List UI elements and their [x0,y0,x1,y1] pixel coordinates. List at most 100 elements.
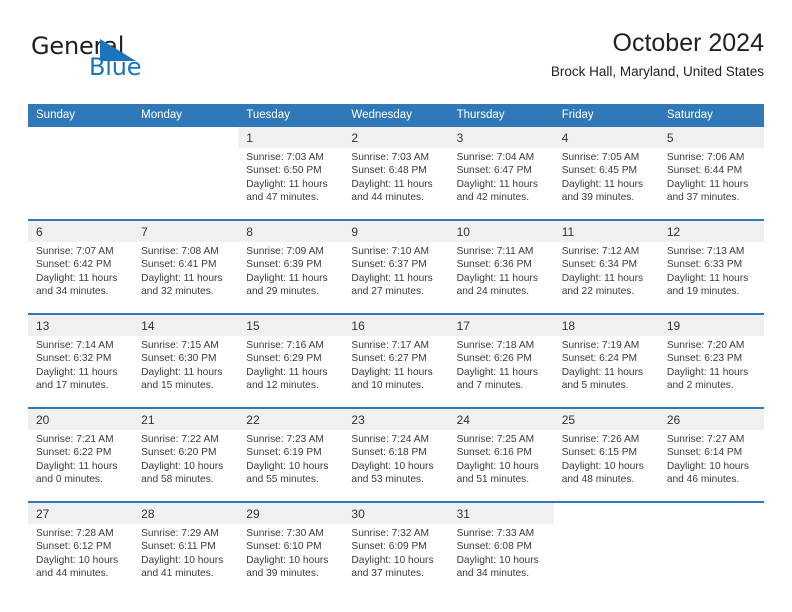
sunset-text: Sunset: 6:26 PM [456,353,532,365]
daylight-text-line2: and 19 minutes. [666,285,740,297]
sunrise-text: Sunrise: 7:18 AM [456,340,535,351]
day-number[interactable]: 2 [343,127,449,148]
day-detail: Sunrise: 7:30 AM Sunset: 6:10 PM Daylight:… [238,524,344,595]
day-detail-row: Sunrise: 7:03 AM Sunset: 6:50 PM Daylight:… [28,148,764,219]
day-number[interactable]: 28 [133,503,239,524]
day-number[interactable]: 25 [553,409,659,430]
sunset-text: Sunset: 6:22 PM [36,447,112,459]
day-detail: Sunrise: 7:28 AM Sunset: 6:12 PM Daylight:… [28,524,134,595]
day-number[interactable]: 1 [238,127,344,148]
sunset-text: Sunset: 6:16 PM [456,447,532,459]
day-number[interactable]: 24 [448,409,554,430]
day-number[interactable]: 18 [553,315,659,336]
sunrise-text: Sunrise: 7:12 AM [561,246,640,257]
day-number[interactable]: 26 [658,409,764,430]
daylight-text-line1: Daylight: 11 hours [561,366,644,378]
daylight-text-line1: Daylight: 11 hours [141,272,223,284]
sunrise-text: Sunrise: 7:08 AM [141,246,219,257]
day-number[interactable]: 7 [133,221,239,242]
day-number[interactable]: 8 [238,221,344,242]
sunset-text: Sunset: 6:29 PM [246,353,322,365]
daylight-text-line1: Daylight: 11 hours [666,272,749,284]
daylight-text-line1: Daylight: 11 hours [351,272,433,284]
daylight-text-line2: and 44 minutes. [351,191,424,203]
daylight-text-line1: Daylight: 10 hours [666,460,749,472]
sunset-text: Sunset: 6:47 PM [456,165,532,177]
day-detail: Sunrise: 7:23 AM Sunset: 6:19 PM Daylight:… [238,430,344,501]
daylight-text-line2: and 39 minutes. [246,567,319,579]
daylight-text-line1: Daylight: 11 hours [456,366,538,378]
sunrise-text: Sunrise: 7:09 AM [246,246,324,257]
daylight-text-line2: and 5 minutes. [561,379,629,391]
sunset-text: Sunset: 6:48 PM [351,165,427,177]
day-number[interactable]: 10 [448,221,554,242]
day-detail: Sunrise: 7:21 AM Sunset: 6:22 PM Daylight:… [28,430,134,501]
day-number[interactable]: 31 [448,503,554,524]
day-number[interactable]: 21 [133,409,239,430]
sunset-text: Sunset: 6:18 PM [351,447,427,459]
day-detail: Sunrise: 7:33 AM Sunset: 6:08 PM Daylight:… [448,524,554,595]
sunset-text: Sunset: 6:27 PM [351,353,427,365]
sunrise-text: Sunrise: 7:14 AM [36,340,114,351]
sunrise-text: Sunrise: 7:03 AM [246,152,324,163]
page-title: October 2024 [612,29,765,57]
day-number[interactable]: 16 [343,315,449,336]
daylight-text-line1: Daylight: 11 hours [246,178,328,190]
sunrise-text: Sunrise: 7:07 AM [36,246,114,257]
day-number[interactable]: 13 [28,315,134,336]
day-detail-empty [553,524,659,595]
day-detail: Sunrise: 7:29 AM Sunset: 6:11 PM Daylight:… [133,524,239,595]
daylight-text-line2: and 7 minutes. [456,379,524,391]
daylight-text-line1: Daylight: 11 hours [351,178,433,190]
day-number[interactable]: 9 [343,221,449,242]
daylight-text-line1: Daylight: 10 hours [141,554,224,566]
day-number[interactable]: 12 [658,221,764,242]
daylight-text-line1: Daylight: 11 hours [246,366,328,378]
day-detail: Sunrise: 7:03 AM Sunset: 6:50 PM Daylight:… [238,148,344,219]
day-detail: Sunrise: 7:09 AM Sunset: 6:39 PM Daylight:… [238,242,344,313]
day-number[interactable]: 4 [553,127,659,148]
day-detail: Sunrise: 7:32 AM Sunset: 6:09 PM Daylight:… [343,524,449,595]
day-number[interactable]: 14 [133,315,239,336]
calendar-grid: Sunday Monday Tuesday Wednesday Thursday… [28,104,764,595]
day-detail: Sunrise: 7:24 AM Sunset: 6:18 PM Daylight:… [343,430,449,501]
sunset-text: Sunset: 6:44 PM [666,165,743,177]
day-detail: Sunrise: 7:13 AM Sunset: 6:33 PM Daylight:… [658,242,764,313]
sunrise-text: Sunrise: 7:33 AM [456,528,535,539]
day-detail: Sunrise: 7:07 AM Sunset: 6:42 PM Daylight:… [28,242,134,313]
day-number-row: 6 7 8 9 10 11 12 [28,221,764,242]
daylight-text-line1: Daylight: 11 hours [246,272,328,284]
day-detail-row: Sunrise: 7:14 AM Sunset: 6:32 PM Daylight:… [28,336,764,407]
day-number[interactable]: 30 [343,503,449,524]
daylight-text-line2: and 46 minutes. [666,473,740,485]
day-number[interactable]: 5 [658,127,764,148]
daylight-text-line2: and 48 minutes. [561,473,635,485]
day-number[interactable]: 20 [28,409,134,430]
calendar-page: General Blue October 2024 Brock Hall, Ma… [0,0,792,612]
day-number[interactable]: 3 [448,127,554,148]
day-number[interactable]: 19 [658,315,764,336]
sunset-text: Sunset: 6:24 PM [561,353,638,365]
day-number[interactable]: 27 [28,503,134,524]
day-detail: Sunrise: 7:16 AM Sunset: 6:29 PM Daylight:… [238,336,344,407]
sunrise-text: Sunrise: 7:20 AM [666,340,745,351]
day-number[interactable]: 22 [238,409,344,430]
sunset-text: Sunset: 6:23 PM [666,353,743,365]
daylight-text-line1: Daylight: 11 hours [561,272,644,284]
day-number[interactable]: 15 [238,315,344,336]
day-number[interactable]: 17 [448,315,554,336]
day-detail: Sunrise: 7:22 AM Sunset: 6:20 PM Daylight:… [133,430,239,501]
day-number[interactable]: 29 [238,503,344,524]
sunrise-text: Sunrise: 7:17 AM [351,340,430,351]
day-detail: Sunrise: 7:03 AM Sunset: 6:48 PM Daylight:… [343,148,449,219]
sunset-text: Sunset: 6:09 PM [351,541,427,553]
sunset-text: Sunset: 6:37 PM [351,259,427,271]
weekday-header-monday: Monday [133,104,239,127]
daylight-text-line2: and 0 minutes. [36,473,103,485]
sunset-text: Sunset: 6:34 PM [561,259,638,271]
day-number[interactable]: 23 [343,409,449,430]
day-number[interactable]: 11 [553,221,659,242]
day-detail: Sunrise: 7:14 AM Sunset: 6:32 PM Daylight:… [28,336,134,407]
day-number[interactable]: 6 [28,221,134,242]
general-blue-logo[interactable]: General Blue [28,32,258,88]
